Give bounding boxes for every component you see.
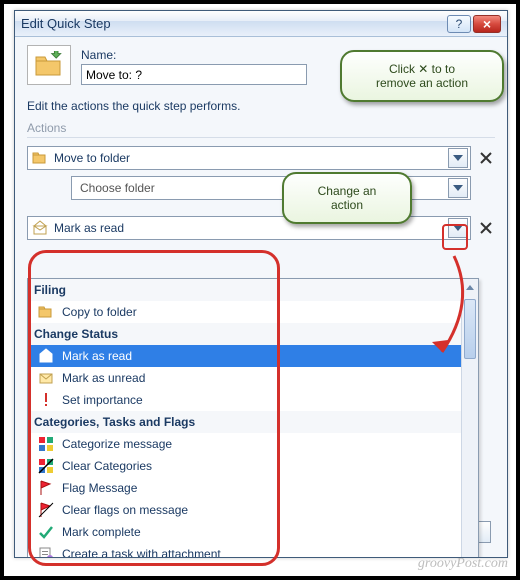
categories-icon: [38, 436, 54, 452]
chevron-down-icon: [453, 225, 463, 231]
window-title: Edit Quick Step: [21, 16, 445, 31]
action-row: Mark as read: [27, 216, 495, 240]
choose-folder-dropdown-button[interactable]: [448, 178, 468, 198]
action-label: Move to folder: [54, 151, 442, 165]
action-dropdown-list[interactable]: Filing Copy to folder Change Status Mark as…: [27, 278, 479, 557]
action-select[interactable]: Move to folder: [27, 146, 471, 170]
watermark: groovyPost.com: [418, 556, 508, 572]
remove-action-button[interactable]: [477, 149, 495, 167]
dropdown-item[interactable]: Mark as unread: [28, 367, 478, 389]
dropdown-item[interactable]: Clear flags on message: [28, 499, 478, 521]
callout-text: remove an action: [356, 76, 488, 90]
flag-clear-icon: [38, 502, 54, 518]
dropdown-item[interactable]: Copy to folder: [28, 301, 478, 323]
dropdown-item-label: Mark as read: [62, 349, 132, 363]
dialog-body: Name: Edit the actions the quick step pe…: [15, 37, 507, 557]
dropdown-item[interactable]: Clear Categories: [28, 455, 478, 477]
dropdown-item-label: Flag Message: [62, 481, 137, 495]
dropdown-item-label: Mark complete: [62, 525, 141, 539]
action-dropdown-button[interactable]: [448, 218, 468, 238]
dropdown-item-label: Categorize message: [62, 437, 172, 451]
name-input[interactable]: [81, 64, 307, 85]
help-button[interactable]: ?: [447, 15, 471, 33]
folder-arrow-icon: [33, 51, 65, 79]
actions-header: Actions: [27, 121, 495, 138]
dropdown-item-label: Copy to folder: [62, 305, 137, 319]
folder-icon: [38, 304, 54, 320]
close-icon: [479, 221, 493, 235]
scroll-thumb[interactable]: [464, 299, 476, 359]
dropdown-item-label: Mark as unread: [62, 371, 145, 385]
action-dropdown-button[interactable]: [448, 148, 468, 168]
dropdown-scrollbar[interactable]: [461, 279, 478, 557]
callout-text: action: [298, 198, 396, 212]
help-icon: ?: [456, 18, 463, 30]
close-button[interactable]: ×: [473, 15, 501, 33]
dropdown-group-header: Categories, Tasks and Flags: [28, 411, 478, 433]
callout-text: Click ✕ to to: [356, 62, 488, 76]
callout-text: Change an: [298, 184, 396, 198]
categories-clear-icon: [38, 458, 54, 474]
dropdown-item[interactable]: Mark complete: [28, 521, 478, 543]
check-icon: [38, 524, 54, 540]
dropdown-item[interactable]: Categorize message: [28, 433, 478, 455]
mail-closed-icon: [38, 370, 54, 386]
folder-move-icon: [32, 150, 48, 166]
stage: Edit Quick Step ? × Name:: [0, 0, 520, 580]
chevron-down-icon: [453, 155, 463, 161]
chevron-down-icon: [453, 185, 463, 191]
quick-step-icon-button[interactable]: [27, 45, 71, 85]
dropdown-group-header: Filing: [28, 279, 478, 301]
dropdown-group-header: Change Status: [28, 323, 478, 345]
dropdown-item-label: Clear Categories: [62, 459, 152, 473]
dropdown-item[interactable]: Flag Message: [28, 477, 478, 499]
scroll-up-button[interactable]: [462, 279, 478, 296]
titlebar: Edit Quick Step ? ×: [15, 11, 507, 37]
action-row: Move to folder: [27, 146, 495, 170]
close-icon: [479, 151, 493, 165]
dropdown-item[interactable]: Mark as read: [28, 345, 478, 367]
dropdown-item[interactable]: Set importance: [28, 389, 478, 411]
mail-open-icon: [38, 348, 54, 364]
close-icon: ×: [483, 17, 491, 31]
task-attach-icon: [38, 546, 54, 557]
flag-icon: [38, 480, 54, 496]
dropdown-item-label: Clear flags on message: [62, 503, 188, 517]
dropdown-item[interactable]: Create a task with attachment: [28, 543, 478, 557]
mail-open-icon: [32, 220, 48, 236]
importance-icon: [38, 392, 54, 408]
remove-action-button[interactable]: [477, 219, 495, 237]
dropdown-item-label: Set importance: [62, 393, 143, 407]
callout-change-action: Change an action: [282, 172, 412, 224]
dropdown-item-label: Create a task with attachment: [62, 547, 221, 557]
callout-remove-action: Click ✕ to to remove an action: [340, 50, 504, 102]
